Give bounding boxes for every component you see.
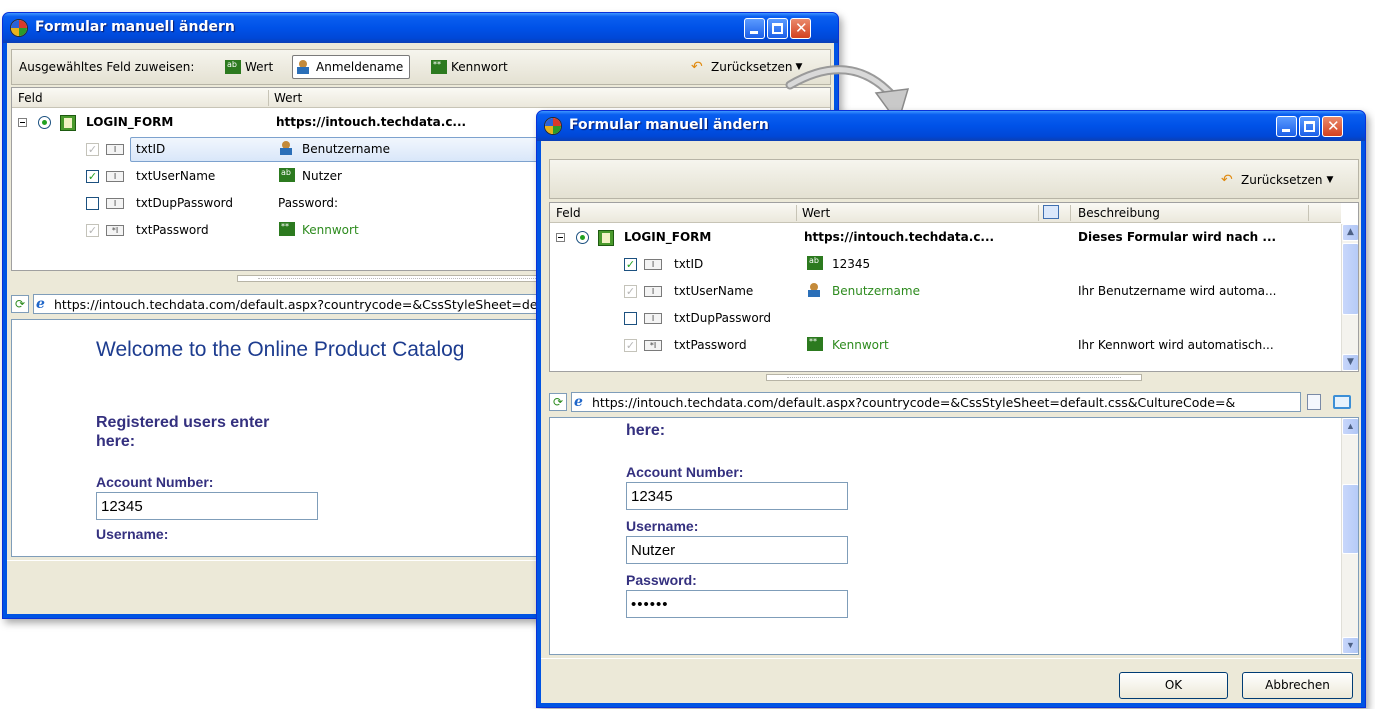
- page-icon[interactable]: [1307, 394, 1321, 410]
- grid-header: Feld Wert Beschreibung: [550, 203, 1341, 223]
- ie-icon: e: [574, 394, 583, 410]
- textfield-icon: I: [644, 259, 662, 270]
- close-button[interactable]: ✕: [1322, 116, 1343, 137]
- scroll-up-icon[interactable]: ▲: [1342, 418, 1358, 435]
- account-number-input[interactable]: 12345: [626, 482, 848, 510]
- radio-icon[interactable]: [576, 231, 589, 244]
- refresh-icon[interactable]: ⟳: [549, 393, 567, 411]
- app-icon: [544, 117, 562, 135]
- scroll-thumb[interactable]: [1342, 484, 1358, 554]
- table-row[interactable]: ✓ I txtUserName Benutzername Ihr Benutze…: [550, 278, 1341, 305]
- reset-toolbar: ↶ Zurücksetzen ▼: [549, 159, 1359, 199]
- web-scrollbar[interactable]: ▲ ▼: [1341, 418, 1358, 654]
- welcome-heading: Welcome to the Online Product Catalog: [96, 338, 465, 361]
- password-field-icon: *I: [106, 225, 124, 236]
- col-beschreibung[interactable]: Beschreibung: [1078, 206, 1160, 220]
- col-wert[interactable]: Wert: [274, 91, 302, 105]
- textfield-icon: I: [106, 198, 124, 209]
- undo-icon: ↶: [1221, 172, 1233, 188]
- password-icon: **: [431, 60, 447, 74]
- assign-toolbar: Ausgewähltes Feld zuweisen: ab Wert Anme…: [11, 49, 831, 85]
- scroll-thumb[interactable]: [1342, 243, 1358, 315]
- col-feld[interactable]: Feld: [556, 206, 581, 220]
- button-bar: OK Abbrechen: [541, 658, 1361, 703]
- minimize-button[interactable]: [744, 18, 765, 39]
- checkbox[interactable]: ✓: [624, 258, 637, 271]
- scroll-down-icon[interactable]: ▼: [1342, 354, 1358, 371]
- assign-label: Ausgewähltes Feld zuweisen:: [19, 60, 195, 74]
- title-bar[interactable]: Formular manuell ändern ✕: [537, 111, 1365, 141]
- col-feld[interactable]: Feld: [18, 91, 43, 105]
- window-title: Formular manuell ändern: [35, 19, 235, 35]
- form-row[interactable]: LOGIN_FORM https://intouch.techdata.c...…: [550, 224, 1341, 251]
- cancel-button[interactable]: Abbrechen: [1242, 672, 1353, 699]
- maximize-button[interactable]: [1299, 116, 1320, 137]
- username-input[interactable]: Nutzer: [626, 536, 848, 564]
- reset-button[interactable]: ↶ Zurücksetzen ▼: [1218, 168, 1339, 192]
- address-bar: ⟳ e https://intouch.techdata.com/default…: [549, 391, 1359, 413]
- textfield-icon: I: [106, 171, 124, 182]
- table-row[interactable]: I txtDupPassword: [550, 305, 1341, 332]
- ok-button[interactable]: OK: [1119, 672, 1228, 699]
- tabs-icon[interactable]: [1333, 395, 1351, 409]
- window-client: ↶ Zurücksetzen ▼ Feld Wert Beschreibung L…: [541, 141, 1361, 703]
- refresh-icon[interactable]: ⟳: [11, 295, 29, 313]
- table-row[interactable]: ✓ I txtID ab 12345: [550, 251, 1341, 278]
- collapse-icon[interactable]: [18, 118, 27, 127]
- value-icon: ab: [279, 168, 295, 182]
- description-icon: [1043, 205, 1059, 219]
- password-input[interactable]: ••••••: [626, 590, 848, 618]
- checkbox[interactable]: ✓: [624, 339, 637, 352]
- password-icon: **: [279, 222, 295, 236]
- scroll-down-icon[interactable]: ▼: [1342, 637, 1358, 654]
- form-icon: [598, 230, 614, 246]
- textfield-icon: I: [644, 313, 662, 324]
- checkbox[interactable]: ✓: [86, 224, 99, 237]
- user-icon: [296, 60, 312, 74]
- window-title: Formular manuell ändern: [569, 117, 769, 133]
- value-icon: ab: [807, 256, 823, 270]
- table-row[interactable]: ✓ *I txtPassword ** Kennwort Ihr Kennwor…: [550, 332, 1341, 359]
- chevron-down-icon: ▼: [1326, 175, 1334, 185]
- password-field-icon: *I: [644, 340, 662, 351]
- web-view: here: Account Number: 12345 Username: Nu…: [549, 417, 1359, 655]
- maximize-button[interactable]: [767, 18, 788, 39]
- undo-icon: ↶: [691, 59, 703, 75]
- checkbox[interactable]: ✓: [86, 170, 99, 183]
- close-button[interactable]: ✕: [790, 18, 811, 39]
- user-icon: [279, 141, 295, 155]
- collapse-icon[interactable]: [556, 233, 565, 242]
- scroll-up-icon[interactable]: ▲: [1342, 224, 1358, 241]
- checkbox[interactable]: [624, 312, 637, 325]
- app-icon: [10, 19, 28, 37]
- value-icon: ab: [225, 60, 241, 74]
- anmeldename-button[interactable]: Anmeldename: [292, 55, 411, 79]
- checkbox[interactable]: [86, 197, 99, 210]
- textfield-icon: I: [644, 286, 662, 297]
- radio-icon[interactable]: [38, 116, 51, 129]
- col-wert[interactable]: Wert: [802, 206, 830, 220]
- url-field[interactable]: e https://intouch.techdata.com/default.a…: [571, 392, 1301, 412]
- form-icon: [60, 115, 76, 131]
- minimize-button[interactable]: [1276, 116, 1297, 137]
- textfield-icon: I: [106, 144, 124, 155]
- splitter[interactable]: [766, 374, 1142, 381]
- wert-button[interactable]: ab Wert: [222, 55, 279, 79]
- checkbox[interactable]: ✓: [624, 285, 637, 298]
- grid-scrollbar[interactable]: ▲ ▼: [1341, 224, 1358, 371]
- checkbox[interactable]: ✓: [86, 143, 99, 156]
- kennwort-button[interactable]: ** Kennwort: [428, 55, 514, 79]
- user-icon: [807, 283, 823, 297]
- ie-icon: e: [36, 296, 45, 312]
- title-bar[interactable]: Formular manuell ändern ✕: [3, 13, 838, 43]
- field-grid: Feld Wert Beschreibung LOGIN_FORM https:…: [549, 202, 1359, 372]
- window-front: Formular manuell ändern ✕ ↶ Zurücksetzen…: [536, 110, 1366, 708]
- grid-header: Feld Wert: [12, 88, 830, 108]
- password-icon: **: [807, 337, 823, 351]
- account-number-input[interactable]: 12345: [96, 492, 318, 520]
